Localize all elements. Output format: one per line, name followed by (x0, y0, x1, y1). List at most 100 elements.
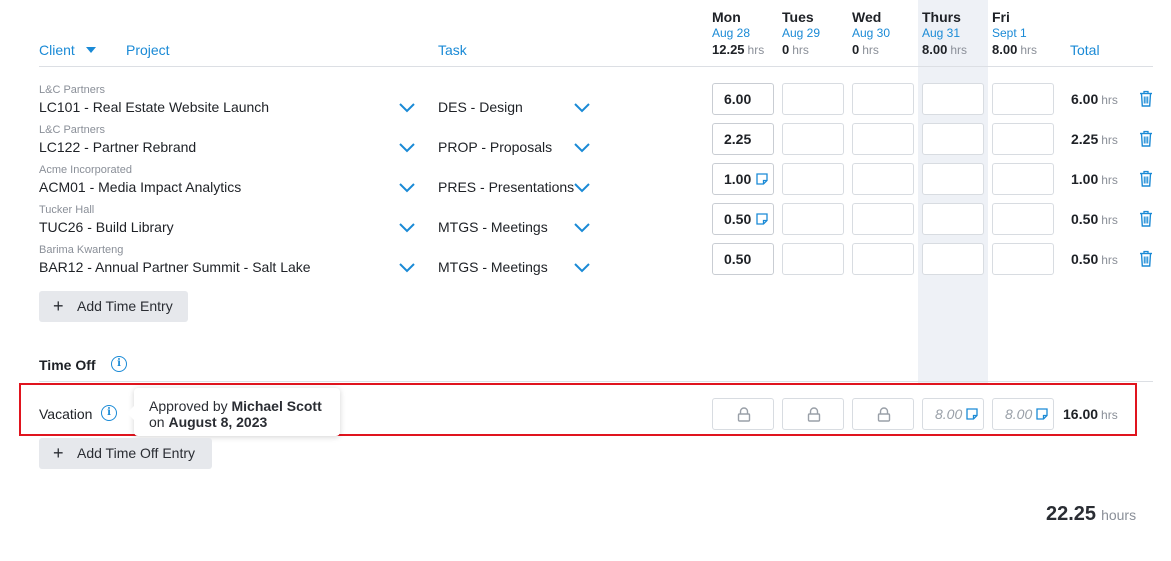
info-icon[interactable]: i (111, 356, 127, 372)
hours-input[interactable] (852, 243, 914, 275)
hours-input[interactable] (992, 83, 1054, 115)
info-icon[interactable]: i (101, 405, 117, 421)
hours-input[interactable] (782, 83, 844, 115)
hrs-unit: hrs (950, 43, 967, 57)
entry-task[interactable]: PROP - Proposals (438, 139, 552, 155)
entry-client: Acme Incorporated (39, 164, 132, 176)
vacation-tue-locked (782, 398, 844, 430)
entry-total: 6.00 hrs (1071, 91, 1118, 107)
day-date-2: Aug 30 (852, 26, 891, 40)
hours-input[interactable] (992, 123, 1054, 155)
vacation-fri-hours[interactable]: 8.00 (992, 398, 1054, 430)
hours-input-mon[interactable]: 0.50 (712, 203, 774, 235)
grand-total-value: 22.25 (1046, 503, 1097, 525)
hours-value: 2.25 (724, 131, 752, 147)
vacation-wed-locked (852, 398, 914, 430)
hours-input[interactable] (922, 123, 984, 155)
hrs-unit: hrs (1020, 43, 1037, 57)
note-icon[interactable] (756, 213, 768, 225)
day-hours-value: 8.00 (992, 42, 1018, 57)
day-hours-value: 8.00 (922, 42, 948, 57)
entry-project[interactable]: LC122 - Partner Rebrand (39, 139, 196, 155)
entry-project[interactable]: TUC26 - Build Library (39, 219, 174, 235)
entry-client: Barima Kwarteng (39, 244, 124, 256)
task-header[interactable]: Task (438, 42, 467, 58)
day-hours-3: 8.00 hrs (922, 42, 967, 57)
entry-total: 1.00 hrs (1071, 171, 1118, 187)
hours-input-mon[interactable]: 6.00 (712, 83, 774, 115)
hours-value: 0.50 (724, 251, 752, 267)
approval-tooltip: Approved by Michael Scott on August 8, 2… (127, 388, 340, 436)
hours-input-mon[interactable]: 0.50 (712, 243, 774, 275)
entry-total-value: 0.50 (1071, 211, 1099, 227)
hours-input[interactable] (992, 243, 1054, 275)
hours-input[interactable] (782, 123, 844, 155)
entry-client: L&C Partners (39, 124, 106, 136)
lock-icon (877, 407, 891, 422)
caret-down-icon (85, 47, 96, 53)
chevron-down-icon[interactable] (399, 263, 415, 273)
day-hours-value: 12.25 (712, 42, 745, 57)
lock-icon (807, 407, 821, 422)
chevron-down-icon[interactable] (574, 143, 590, 153)
project-header[interactable]: Project (126, 42, 170, 58)
entry-project[interactable]: LC101 - Real Estate Website Launch (39, 99, 269, 115)
hours-input[interactable] (782, 243, 844, 275)
hours-input[interactable] (852, 123, 914, 155)
hours-input[interactable] (852, 163, 914, 195)
note-icon[interactable] (1036, 408, 1048, 420)
trash-icon[interactable] (1139, 90, 1153, 107)
hours-input-mon[interactable]: 1.00 (712, 163, 774, 195)
hours-input[interactable] (922, 163, 984, 195)
tooltip-on: on (149, 414, 165, 430)
entry-task[interactable]: PRES - Presentations (438, 179, 574, 195)
hours-input[interactable] (782, 163, 844, 195)
chevron-down-icon[interactable] (399, 183, 415, 193)
hours-value: 1.00 (724, 171, 752, 187)
chevron-down-icon[interactable] (399, 223, 415, 233)
hours-input[interactable] (922, 203, 984, 235)
hours-input[interactable] (852, 83, 914, 115)
entry-task[interactable]: MTGS - Meetings (438, 259, 548, 275)
day-hours-1: 0 hrs (782, 42, 809, 57)
lock-icon (737, 407, 751, 422)
hours-input[interactable] (922, 83, 984, 115)
entry-total-value: 1.00 (1071, 171, 1099, 187)
hours-input[interactable] (922, 243, 984, 275)
note-icon[interactable] (756, 173, 768, 185)
chevron-down-icon[interactable] (574, 263, 590, 273)
vacation-total: 16.00 hrs (1063, 406, 1118, 422)
time-off-title: Time Off (39, 357, 96, 373)
hours-input[interactable] (992, 163, 1054, 195)
entry-total-value: 0.50 (1071, 251, 1099, 267)
hrs-unit: hrs (1101, 173, 1118, 187)
add-time-off-label: Add Time Off Entry (77, 445, 196, 461)
chevron-down-icon[interactable] (574, 223, 590, 233)
hours-input[interactable] (782, 203, 844, 235)
entry-task[interactable]: MTGS - Meetings (438, 219, 548, 235)
trash-icon[interactable] (1139, 170, 1153, 187)
chevron-down-icon[interactable] (574, 103, 590, 113)
trash-icon[interactable] (1139, 210, 1153, 227)
hours-input-mon[interactable]: 2.25 (712, 123, 774, 155)
day-name-4: Fri (992, 9, 1010, 25)
hrs-unit: hrs (1101, 253, 1118, 267)
hours-input[interactable] (852, 203, 914, 235)
chevron-down-icon[interactable] (574, 183, 590, 193)
hours-value: 6.00 (724, 91, 752, 107)
entry-project[interactable]: BAR12 - Annual Partner Summit - Salt Lak… (39, 259, 311, 275)
hours-input[interactable] (992, 203, 1054, 235)
chevron-down-icon[interactable] (399, 143, 415, 153)
add-time-entry-button[interactable]: + Add Time Entry (39, 291, 188, 322)
entry-project[interactable]: ACM01 - Media Impact Analytics (39, 179, 241, 195)
entry-task[interactable]: DES - Design (438, 99, 523, 115)
add-time-off-entry-button[interactable]: + Add Time Off Entry (39, 438, 212, 469)
vacation-thu-hours[interactable]: 8.00 (922, 398, 984, 430)
trash-icon[interactable] (1139, 250, 1153, 267)
chevron-down-icon[interactable] (399, 103, 415, 113)
note-icon[interactable] (966, 408, 978, 420)
trash-icon[interactable] (1139, 130, 1153, 147)
day-date-4: Sept 1 (992, 26, 1027, 40)
client-sort-header[interactable]: Client (39, 42, 96, 58)
tooltip-approver: Michael Scott (231, 398, 322, 414)
